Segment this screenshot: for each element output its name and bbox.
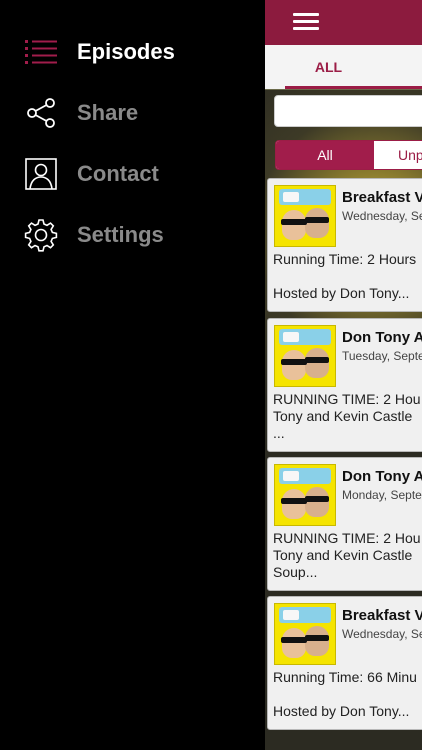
episode-description: Running Time: 2 Hours Hosted by Don Tony… xyxy=(273,251,422,302)
episode-date: Wednesday, Se xyxy=(342,627,422,641)
description-line: Running Time: 66 Minu xyxy=(273,669,417,685)
description-line: Hosted by Don Tony... xyxy=(273,703,410,719)
menu-item-settings[interactable]: Settings xyxy=(0,210,265,260)
episode-title: Don Tony A xyxy=(342,329,422,346)
gear-icon xyxy=(24,218,58,252)
menu-item-label: Contact xyxy=(77,161,159,186)
menu-item-label: Episodes xyxy=(77,39,175,64)
episode-thumbnail xyxy=(274,185,336,247)
hamburger-menu-icon[interactable] xyxy=(293,13,319,31)
menu-item-share[interactable]: Share xyxy=(0,88,265,138)
description-line: Tony and Kevin Castle xyxy=(273,547,413,563)
contact-icon xyxy=(24,157,58,191)
description-line: Tony and Kevin Castle xyxy=(273,408,413,424)
search-input[interactable] xyxy=(274,95,422,127)
episode-description: RUNNING TIME: 2 Hou Tony and Kevin Castl… xyxy=(273,391,422,442)
segment-unplayed[interactable]: Unpl xyxy=(376,141,422,169)
episode-card[interactable]: Don Tony A Tuesday, Septe RUNNING TIME: … xyxy=(267,318,422,452)
content-panel: ALL All Unpl Breakfast V Wednesday, Se R… xyxy=(265,0,422,750)
episode-title: Breakfast V xyxy=(342,607,422,624)
description-line: Hosted by Don Tony... xyxy=(273,285,410,301)
description-line: Running Time: 2 Hours xyxy=(273,251,417,267)
episode-date: Tuesday, Septe xyxy=(342,349,422,363)
episode-date: Wednesday, Se xyxy=(342,209,422,223)
tab-all[interactable]: ALL xyxy=(285,45,422,89)
segment-all[interactable]: All xyxy=(276,141,374,169)
episode-title: Don Tony A xyxy=(342,468,422,485)
description-line: Soup... xyxy=(273,564,318,580)
description-line: RUNNING TIME: 2 Hou xyxy=(273,391,421,407)
description-line: ... xyxy=(273,425,285,441)
episode-card[interactable]: Breakfast V Wednesday, Se Running Time: … xyxy=(267,178,422,312)
top-bar xyxy=(265,0,422,45)
description-line xyxy=(273,686,422,703)
episode-description: RUNNING TIME: 2 Hou Tony and Kevin Castl… xyxy=(273,530,422,581)
episode-thumbnail xyxy=(274,603,336,665)
episode-thumbnail xyxy=(274,464,336,526)
episode-title: Breakfast V xyxy=(342,189,422,206)
menu-item-episodes[interactable]: Episodes xyxy=(0,27,265,77)
side-menu: Episodes Share Contact Settings xyxy=(0,0,265,750)
menu-item-label: Settings xyxy=(77,222,164,247)
tab-all-label: ALL xyxy=(314,59,343,75)
description-line: RUNNING TIME: 2 Hou xyxy=(273,530,421,546)
share-icon xyxy=(24,96,58,130)
menu-item-label: Share xyxy=(77,100,139,125)
episode-date: Monday, Septe xyxy=(342,488,422,502)
list-icon xyxy=(24,35,58,69)
menu-item-contact[interactable]: Contact xyxy=(0,149,265,199)
episode-description: Running Time: 66 Minu Hosted by Don Tony… xyxy=(273,669,422,720)
tab-indicator xyxy=(285,86,422,89)
tab-bar: ALL xyxy=(265,45,422,89)
description-line xyxy=(273,268,422,285)
filter-segmented-control: All Unpl xyxy=(275,140,422,170)
episode-card[interactable]: Don Tony A Monday, Septe RUNNING TIME: 2… xyxy=(267,457,422,591)
episode-thumbnail xyxy=(274,325,336,387)
episode-card[interactable]: Breakfast V Wednesday, Se Running Time: … xyxy=(267,596,422,730)
